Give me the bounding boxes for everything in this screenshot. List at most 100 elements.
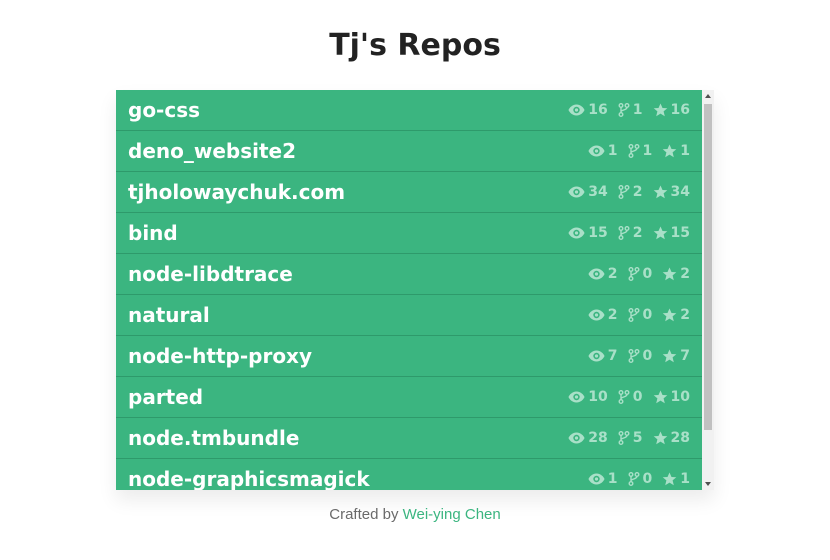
stars-stat: 1 xyxy=(662,471,690,487)
eye-icon xyxy=(588,473,605,485)
star-icon xyxy=(653,431,667,445)
watchers-stat: 10 xyxy=(568,389,608,405)
eye-icon xyxy=(568,227,585,239)
repo-name[interactable]: natural xyxy=(128,303,210,327)
star-icon xyxy=(662,349,677,363)
watchers-stat: 7 xyxy=(588,348,618,364)
forks-count: 1 xyxy=(642,143,653,159)
repo-stats: 16 1 16 xyxy=(558,102,690,118)
stars-count: 28 xyxy=(670,430,690,446)
repo-name[interactable]: node.tmbundle xyxy=(128,426,299,450)
repo-name[interactable]: go-css xyxy=(128,98,200,122)
stars-stat: 34 xyxy=(653,184,690,200)
repo-name[interactable]: parted xyxy=(128,385,203,409)
repo-row[interactable]: node-http-proxy 7 0 7 xyxy=(116,336,702,377)
watchers-count: 2 xyxy=(607,307,618,323)
repo-name[interactable]: node-graphicsmagick xyxy=(128,467,370,490)
stars-count: 2 xyxy=(680,307,690,323)
stars-count: 34 xyxy=(670,184,690,200)
fork-icon xyxy=(618,103,630,117)
repo-row[interactable]: parted 10 0 10 xyxy=(116,377,702,418)
watchers-count: 34 xyxy=(588,184,608,200)
forks-count: 5 xyxy=(632,430,643,446)
stars-stat: 28 xyxy=(653,430,690,446)
fork-icon xyxy=(618,185,630,199)
fork-icon xyxy=(618,226,630,240)
eye-icon xyxy=(568,391,585,403)
watchers-count: 16 xyxy=(588,102,608,118)
stars-count: 1 xyxy=(680,143,690,159)
forks-count: 2 xyxy=(632,225,643,241)
watchers-stat: 16 xyxy=(568,102,608,118)
fork-icon xyxy=(618,431,630,445)
repo-row[interactable]: node-graphicsmagick 1 0 1 xyxy=(116,459,702,490)
repo-stats: 2 0 2 xyxy=(578,266,690,282)
star-icon xyxy=(662,308,677,322)
repo-stats: 10 0 10 xyxy=(558,389,690,405)
forks-count: 1 xyxy=(632,102,643,118)
repo-row[interactable]: bind 15 2 15 xyxy=(116,213,702,254)
repo-name[interactable]: node-libdtrace xyxy=(128,262,293,286)
star-icon xyxy=(653,226,667,240)
stars-stat: 2 xyxy=(662,266,690,282)
watchers-stat: 28 xyxy=(568,430,608,446)
repo-stats: 15 2 15 xyxy=(558,225,690,241)
repo-name[interactable]: bind xyxy=(128,221,178,245)
repo-row[interactable]: go-css 16 1 16 xyxy=(116,90,702,131)
watchers-stat: 1 xyxy=(588,471,618,487)
scroll-thumb[interactable] xyxy=(704,104,712,430)
forks-stat: 0 xyxy=(628,348,652,364)
stars-count: 15 xyxy=(670,225,690,241)
repo-list[interactable]: go-css 16 1 16 deno_website2 1 1 1 tjhol… xyxy=(116,90,702,490)
eye-icon xyxy=(588,309,605,321)
eye-icon xyxy=(568,186,585,198)
forks-stat: 0 xyxy=(628,307,653,323)
scrollbar[interactable] xyxy=(702,90,714,490)
watchers-stat: 15 xyxy=(568,225,608,241)
author-link[interactable]: Wei-ying Chen xyxy=(403,506,501,523)
stars-count: 1 xyxy=(680,471,690,487)
stars-stat: 2 xyxy=(662,307,690,323)
repo-row[interactable]: tjholowaychuk.com 34 2 34 xyxy=(116,172,702,213)
fork-icon xyxy=(618,390,630,404)
stars-stat: 15 xyxy=(653,225,690,241)
repo-row[interactable]: deno_website2 1 1 1 xyxy=(116,131,702,172)
repo-row[interactable]: natural 2 0 2 xyxy=(116,295,702,336)
footer: Crafted by Wei-ying Chen xyxy=(0,506,830,523)
watchers-count: 7 xyxy=(607,348,618,364)
star-icon xyxy=(653,390,667,404)
forks-count: 0 xyxy=(642,307,653,323)
eye-icon xyxy=(568,104,585,116)
watchers-stat: 2 xyxy=(588,307,618,323)
watchers-count: 1 xyxy=(607,143,618,159)
scroll-up-arrow[interactable] xyxy=(702,90,714,102)
fork-icon xyxy=(628,267,639,281)
fork-icon xyxy=(628,144,639,158)
stars-stat: 10 xyxy=(653,389,690,405)
repo-name[interactable]: tjholowaychuk.com xyxy=(128,180,345,204)
forks-stat: 0 xyxy=(628,471,653,487)
forks-count: 0 xyxy=(632,389,643,405)
star-icon xyxy=(662,267,677,281)
forks-count: 0 xyxy=(642,471,653,487)
forks-stat: 2 xyxy=(618,225,643,241)
eye-icon xyxy=(588,350,605,362)
eye-icon xyxy=(568,432,585,444)
stars-count: 2 xyxy=(680,266,690,282)
repo-row[interactable]: node-libdtrace 2 0 2 xyxy=(116,254,702,295)
forks-count: 0 xyxy=(642,266,653,282)
stars-stat: 1 xyxy=(662,143,690,159)
scroll-down-arrow[interactable] xyxy=(702,478,714,490)
footer-prefix: Crafted by xyxy=(329,506,399,523)
watchers-count: 10 xyxy=(588,389,608,405)
fork-icon xyxy=(628,472,639,486)
repo-stats: 2 0 2 xyxy=(578,307,690,323)
watchers-count: 28 xyxy=(588,430,608,446)
watchers-stat: 1 xyxy=(588,143,618,159)
repo-stats: 1 1 1 xyxy=(578,143,690,159)
stars-stat: 7 xyxy=(662,348,690,364)
stars-stat: 16 xyxy=(653,102,690,118)
repo-name[interactable]: deno_website2 xyxy=(128,139,296,163)
repo-name[interactable]: node-http-proxy xyxy=(128,344,312,368)
repo-row[interactable]: node.tmbundle 28 5 28 xyxy=(116,418,702,459)
